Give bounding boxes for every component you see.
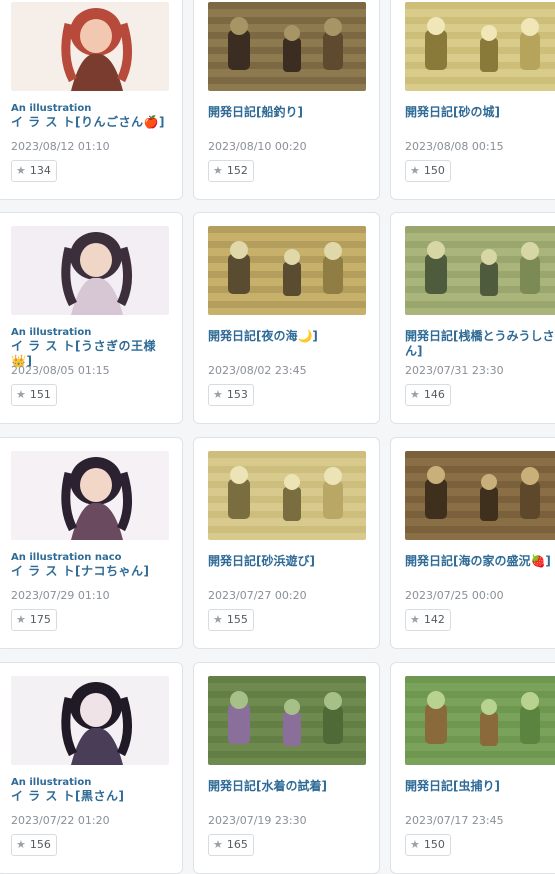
star-icon: ★	[213, 613, 223, 626]
article-card[interactable]: 開発日記[桟橋とうみうしさん] 2023/07/31 23:30 ★ 146	[390, 212, 555, 424]
article-thumbnail[interactable]	[208, 676, 366, 765]
like-count: 165	[226, 838, 248, 851]
star-icon: ★	[410, 388, 420, 401]
like-count: 175	[29, 613, 51, 626]
like-button[interactable]: ★ 150	[405, 834, 451, 856]
star-icon: ★	[16, 613, 26, 626]
article-date: 2023/08/08 00:15	[405, 140, 504, 153]
like-count: 134	[29, 164, 51, 177]
article-card[interactable]: 開発日記[海の家の盛況🍓] 2023/07/25 00:00 ★ 142	[390, 437, 555, 649]
article-date: 2023/07/22 01:20	[11, 814, 110, 827]
star-icon: ★	[213, 838, 223, 851]
like-count: 156	[29, 838, 51, 851]
like-count: 151	[29, 388, 51, 401]
article-title[interactable]: 開発日記[桟橋とうみうしさん]	[405, 329, 555, 359]
article-thumbnail[interactable]	[208, 2, 366, 91]
article-category: An illustration naco	[11, 552, 122, 563]
star-icon: ★	[16, 164, 26, 177]
like-button[interactable]: ★ 146	[405, 384, 451, 406]
like-button[interactable]: ★ 156	[11, 834, 57, 856]
article-thumbnail[interactable]	[405, 226, 555, 315]
article-date: 2023/07/17 23:45	[405, 814, 504, 827]
article-title[interactable]: イ ラ ス ト[ナコちゃん]	[11, 564, 176, 579]
like-button[interactable]: ★ 151	[11, 384, 57, 406]
article-thumbnail[interactable]	[208, 226, 366, 315]
like-count: 142	[423, 613, 445, 626]
article-date: 2023/08/05 01:15	[11, 364, 110, 377]
star-icon: ★	[213, 164, 223, 177]
article-title[interactable]: 開発日記[虫捕り]	[405, 779, 555, 794]
article-title[interactable]: 開発日記[砂の城]	[405, 105, 555, 120]
article-category: An illustration	[11, 327, 92, 338]
like-button[interactable]: ★ 134	[11, 160, 57, 182]
article-thumbnail[interactable]	[405, 451, 555, 540]
article-thumbnail[interactable]	[405, 676, 555, 765]
article-card[interactable]: An illustration naco イ ラ ス ト[ナコちゃん] 2023/0…	[0, 437, 183, 649]
star-icon: ★	[16, 838, 26, 851]
like-count: 146	[423, 388, 445, 401]
article-date: 2023/08/10 00:20	[208, 140, 307, 153]
article-thumbnail[interactable]	[11, 226, 169, 315]
article-thumbnail[interactable]	[208, 451, 366, 540]
article-category: An illustration	[11, 103, 92, 114]
like-count: 150	[423, 838, 445, 851]
article-thumbnail[interactable]	[11, 451, 169, 540]
like-button[interactable]: ★ 175	[11, 609, 57, 631]
article-title[interactable]: 開発日記[海の家の盛況🍓]	[405, 554, 555, 569]
article-date: 2023/07/27 00:20	[208, 589, 307, 602]
article-card[interactable]: An illustration イ ラ ス ト[りんごさん🍎] 2023/08/12…	[0, 0, 183, 200]
like-count: 150	[423, 164, 445, 177]
like-button[interactable]: ★ 155	[208, 609, 254, 631]
article-card[interactable]: 開発日記[水着の試着] 2023/07/19 23:30 ★ 165	[193, 662, 380, 874]
article-card[interactable]: An illustration イ ラ ス ト[黒さん] 2023/07/22 01…	[0, 662, 183, 874]
like-count: 152	[226, 164, 248, 177]
article-thumbnail[interactable]	[11, 2, 169, 91]
article-date: 2023/07/25 00:00	[405, 589, 504, 602]
star-icon: ★	[410, 613, 420, 626]
star-icon: ★	[410, 838, 420, 851]
like-count: 155	[226, 613, 248, 626]
article-date: 2023/08/02 23:45	[208, 364, 307, 377]
article-category: An illustration	[11, 777, 92, 788]
article-date: 2023/07/29 01:10	[11, 589, 110, 602]
like-count: 153	[226, 388, 248, 401]
star-icon: ★	[213, 388, 223, 401]
article-date: 2023/07/31 23:30	[405, 364, 504, 377]
article-card[interactable]: 開発日記[夜の海🌙] 2023/08/02 23:45 ★ 153	[193, 212, 380, 424]
like-button[interactable]: ★ 150	[405, 160, 451, 182]
article-date: 2023/07/19 23:30	[208, 814, 307, 827]
article-grid: An illustration イ ラ ス ト[りんごさん🍎] 2023/08/12…	[0, 0, 555, 874]
like-button[interactable]: ★ 152	[208, 160, 254, 182]
article-title[interactable]: 開発日記[夜の海🌙]	[208, 329, 373, 344]
article-title[interactable]: 開発日記[船釣り]	[208, 105, 373, 120]
star-icon: ★	[16, 388, 26, 401]
article-card[interactable]: 開発日記[砂浜遊び] 2023/07/27 00:20 ★ 155	[193, 437, 380, 649]
article-title[interactable]: イ ラ ス ト[りんごさん🍎]	[11, 115, 176, 130]
like-button[interactable]: ★ 165	[208, 834, 254, 856]
article-card[interactable]: An illustration イ ラ ス ト[うさぎの王様👑] 2023/08/0…	[0, 212, 183, 424]
article-thumbnail[interactable]	[11, 676, 169, 765]
article-card[interactable]: 開発日記[砂の城] 2023/08/08 00:15 ★ 150	[390, 0, 555, 200]
like-button[interactable]: ★ 153	[208, 384, 254, 406]
article-date: 2023/08/12 01:10	[11, 140, 110, 153]
star-icon: ★	[410, 164, 420, 177]
like-button[interactable]: ★ 142	[405, 609, 451, 631]
article-title[interactable]: 開発日記[砂浜遊び]	[208, 554, 373, 569]
article-title[interactable]: イ ラ ス ト[黒さん]	[11, 789, 176, 804]
article-card[interactable]: 開発日記[船釣り] 2023/08/10 00:20 ★ 152	[193, 0, 380, 200]
article-card[interactable]: 開発日記[虫捕り] 2023/07/17 23:45 ★ 150	[390, 662, 555, 874]
article-thumbnail[interactable]	[405, 2, 555, 91]
article-title[interactable]: 開発日記[水着の試着]	[208, 779, 373, 794]
